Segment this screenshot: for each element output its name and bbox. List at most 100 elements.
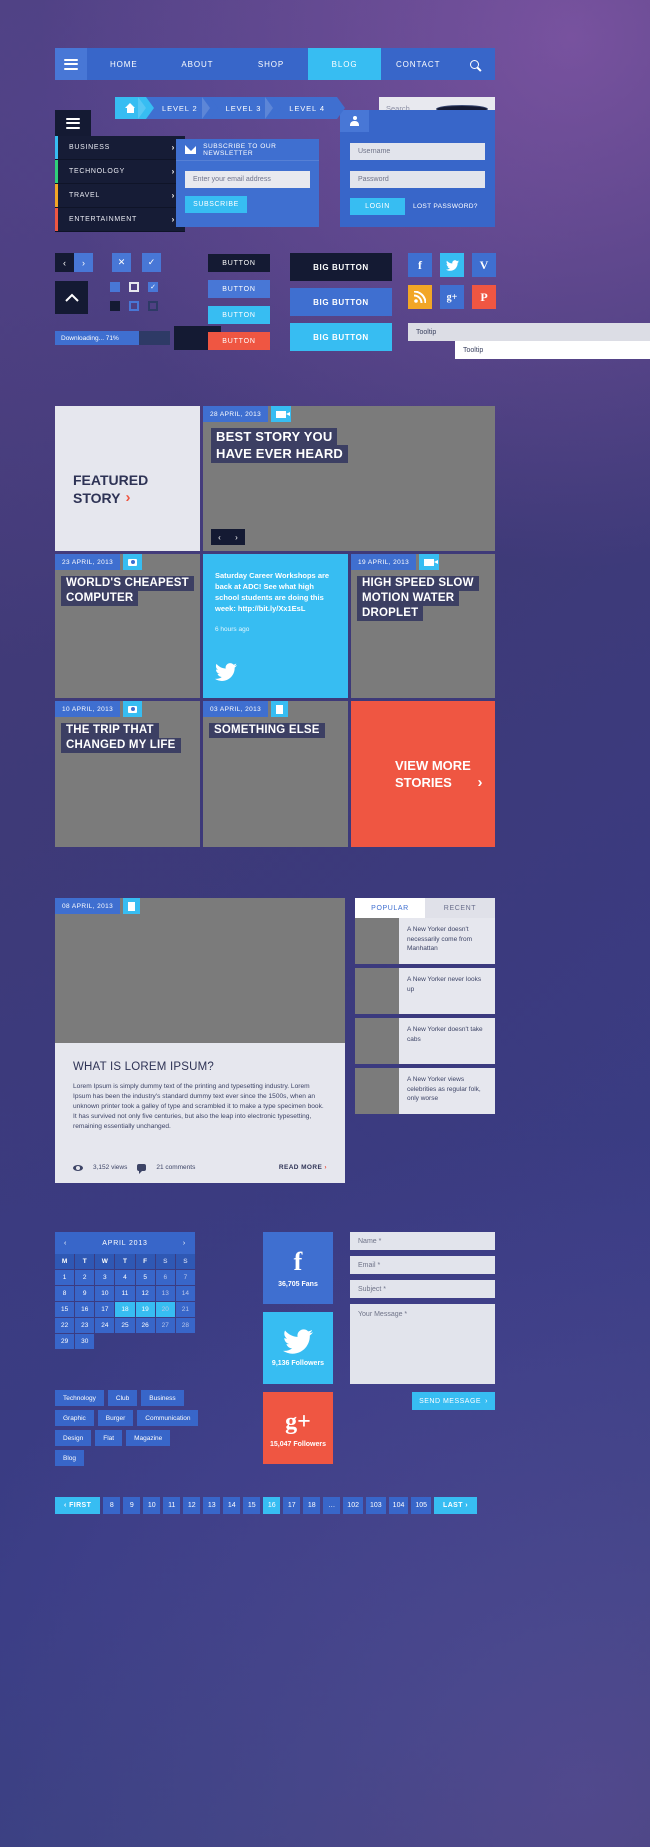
pagination-page[interactable]: 8 (103, 1497, 121, 1514)
calendar-day[interactable]: 25 (115, 1318, 135, 1333)
calendar-next-button[interactable]: › (183, 1240, 186, 1247)
calendar-day[interactable]: 19 (135, 1302, 155, 1317)
read-more-link[interactable]: READ MORE › (279, 1164, 327, 1171)
nav-item-home[interactable]: HOME (87, 48, 161, 80)
breadcrumb-level-3[interactable]: LEVEL 3 (201, 97, 281, 119)
calendar-day[interactable]: 18 (115, 1302, 135, 1317)
pagination-page[interactable]: 15 (243, 1497, 261, 1514)
name-field[interactable]: Name * (350, 1232, 495, 1250)
list-item[interactable]: A New Yorker never looks up (355, 968, 495, 1014)
calendar-day[interactable]: 17 (95, 1302, 115, 1317)
checkbox-checked[interactable]: ✓ (148, 282, 158, 292)
calendar-day[interactable]: 7 (175, 1270, 195, 1285)
email-field[interactable]: Email * (350, 1256, 495, 1274)
tweet-card[interactable]: Saturday Career Workshops are back at AD… (203, 554, 348, 698)
calendar-day[interactable]: 6 (155, 1270, 175, 1285)
calendar-day[interactable]: 10 (95, 1286, 115, 1301)
big-button-cyan[interactable]: BIG BUTTON (290, 323, 392, 351)
featured-story-card[interactable]: FEATURED STORY › (55, 406, 200, 551)
story-card-1[interactable]: 23 APRIL, 2013 WORLD'S CHEAPEST COMPUTER (55, 554, 200, 698)
nav-item-shop[interactable]: SHOP (234, 48, 308, 80)
lost-password-link[interactable]: LOST PASSWORD? (413, 203, 478, 210)
tag-item[interactable]: Technology (55, 1390, 104, 1406)
sidebar-item-technology[interactable]: TECHNOLOGY › (55, 160, 185, 184)
confirm-button[interactable]: ✓ (142, 253, 161, 272)
pagination-page[interactable]: 102 (343, 1497, 363, 1514)
pagination-page[interactable]: 18 (303, 1497, 321, 1514)
tag-item[interactable]: Communication (137, 1410, 199, 1426)
calendar-day[interactable]: 11 (115, 1286, 135, 1301)
calendar-day[interactable]: 3 (95, 1270, 115, 1285)
tag-item[interactable]: Blog (55, 1450, 85, 1466)
tag-item[interactable]: Business (141, 1390, 184, 1406)
calendar-day[interactable]: 5 (135, 1270, 155, 1285)
calendar-day[interactable]: 1 (55, 1270, 75, 1285)
facebook-box[interactable]: f 36,705 Fans (263, 1232, 333, 1304)
pagination-page[interactable]: 14 (223, 1497, 241, 1514)
breadcrumb-level-4[interactable]: LEVEL 4 (265, 97, 345, 119)
pagination-page[interactable]: 105 (411, 1497, 432, 1514)
send-message-button[interactable]: SEND MESSAGE › (412, 1392, 495, 1410)
tag-item[interactable]: Burger (97, 1410, 134, 1426)
subject-field[interactable]: Subject * (350, 1280, 495, 1298)
subscribe-button[interactable]: SUBSCRIBE (185, 196, 247, 213)
close-button[interactable]: ✕ (112, 253, 131, 272)
calendar-day[interactable]: 4 (115, 1270, 135, 1285)
checkbox-empty[interactable] (129, 282, 139, 292)
view-more-stories-card[interactable]: VIEW MORE STORIES › (351, 701, 495, 847)
nav-item-about[interactable]: ABOUT (161, 48, 235, 80)
button-dark[interactable]: BUTTON (208, 254, 270, 272)
next-button[interactable]: › (74, 253, 93, 272)
calendar-day[interactable]: 22 (55, 1318, 75, 1333)
tag-item[interactable]: Flat (95, 1430, 123, 1446)
checkbox-filled-dark[interactable] (110, 301, 120, 311)
checkbox-empty-muted[interactable] (148, 301, 158, 311)
calendar-day[interactable]: 24 (95, 1318, 115, 1333)
calendar-day[interactable]: 23 (75, 1318, 95, 1333)
vimeo-icon[interactable]: V (472, 253, 496, 277)
facebook-icon[interactable]: f (408, 253, 432, 277)
story-card-2[interactable]: 19 APRIL, 2013 HIGH SPEED SLOW MOTION WA… (351, 554, 495, 698)
calendar-day[interactable]: 21 (175, 1302, 195, 1317)
twitter-icon[interactable] (440, 253, 464, 277)
big-button-blue[interactable]: BIG BUTTON (290, 288, 392, 316)
big-button-dark[interactable]: BIG BUTTON (290, 253, 392, 281)
message-field[interactable]: Your Message * (350, 1304, 495, 1384)
calendar-day[interactable]: 9 (75, 1286, 95, 1301)
button-cyan[interactable]: BUTTON (208, 306, 270, 324)
calendar-prev-button[interactable]: ‹ (64, 1240, 67, 1247)
twitter-box[interactable]: 9,136 Followers (263, 1312, 333, 1384)
list-item[interactable]: A New Yorker views celebrities as regula… (355, 1068, 495, 1114)
button-blue[interactable]: BUTTON (208, 280, 270, 298)
calendar-day[interactable]: 27 (155, 1318, 175, 1333)
hero-prev-button[interactable]: ‹ (211, 529, 228, 545)
sidemenu-toggle[interactable] (55, 110, 91, 136)
button-red[interactable]: BUTTON (208, 332, 270, 350)
rss-icon[interactable] (408, 285, 432, 309)
pagination-page[interactable]: 17 (283, 1497, 301, 1514)
calendar-day[interactable]: 26 (135, 1318, 155, 1333)
list-item[interactable]: A New Yorker doesn't take cabs (355, 1018, 495, 1064)
pagination-page[interactable]: 103 (365, 1497, 386, 1514)
tag-item[interactable]: Graphic (55, 1410, 94, 1426)
calendar-day[interactable]: 30 (75, 1334, 95, 1349)
article-card[interactable]: 08 APRIL, 2013 WHAT IS LOREM IPSUM? Lore… (55, 898, 345, 1183)
checkbox-filled[interactable] (110, 282, 120, 292)
calendar-day[interactable]: 16 (75, 1302, 95, 1317)
story-card-3[interactable]: 10 APRIL, 2013 THE TRIP THAT CHANGED MY … (55, 701, 200, 847)
calendar-day[interactable]: 29 (55, 1334, 75, 1349)
pagination-page[interactable]: 12 (183, 1497, 201, 1514)
calendar-day[interactable]: 15 (55, 1302, 75, 1317)
newsletter-email-input[interactable]: Enter your email address (185, 171, 310, 188)
tag-item[interactable]: Club (107, 1390, 138, 1406)
calendar-day[interactable]: 20 (155, 1302, 175, 1317)
hamburger-icon[interactable] (55, 48, 87, 80)
calendar-day[interactable]: 2 (75, 1270, 95, 1285)
pagination-page[interactable]: 16 (263, 1497, 281, 1514)
calendar-day[interactable]: 28 (175, 1318, 195, 1333)
tag-item[interactable]: Magazine (126, 1430, 171, 1446)
pagination-last[interactable]: LAST › (434, 1497, 477, 1514)
list-item[interactable]: A New Yorker doesn't necessarily come fr… (355, 918, 495, 964)
googleplus-icon[interactable]: g+ (440, 285, 464, 309)
prev-button[interactable]: ‹ (55, 253, 74, 272)
